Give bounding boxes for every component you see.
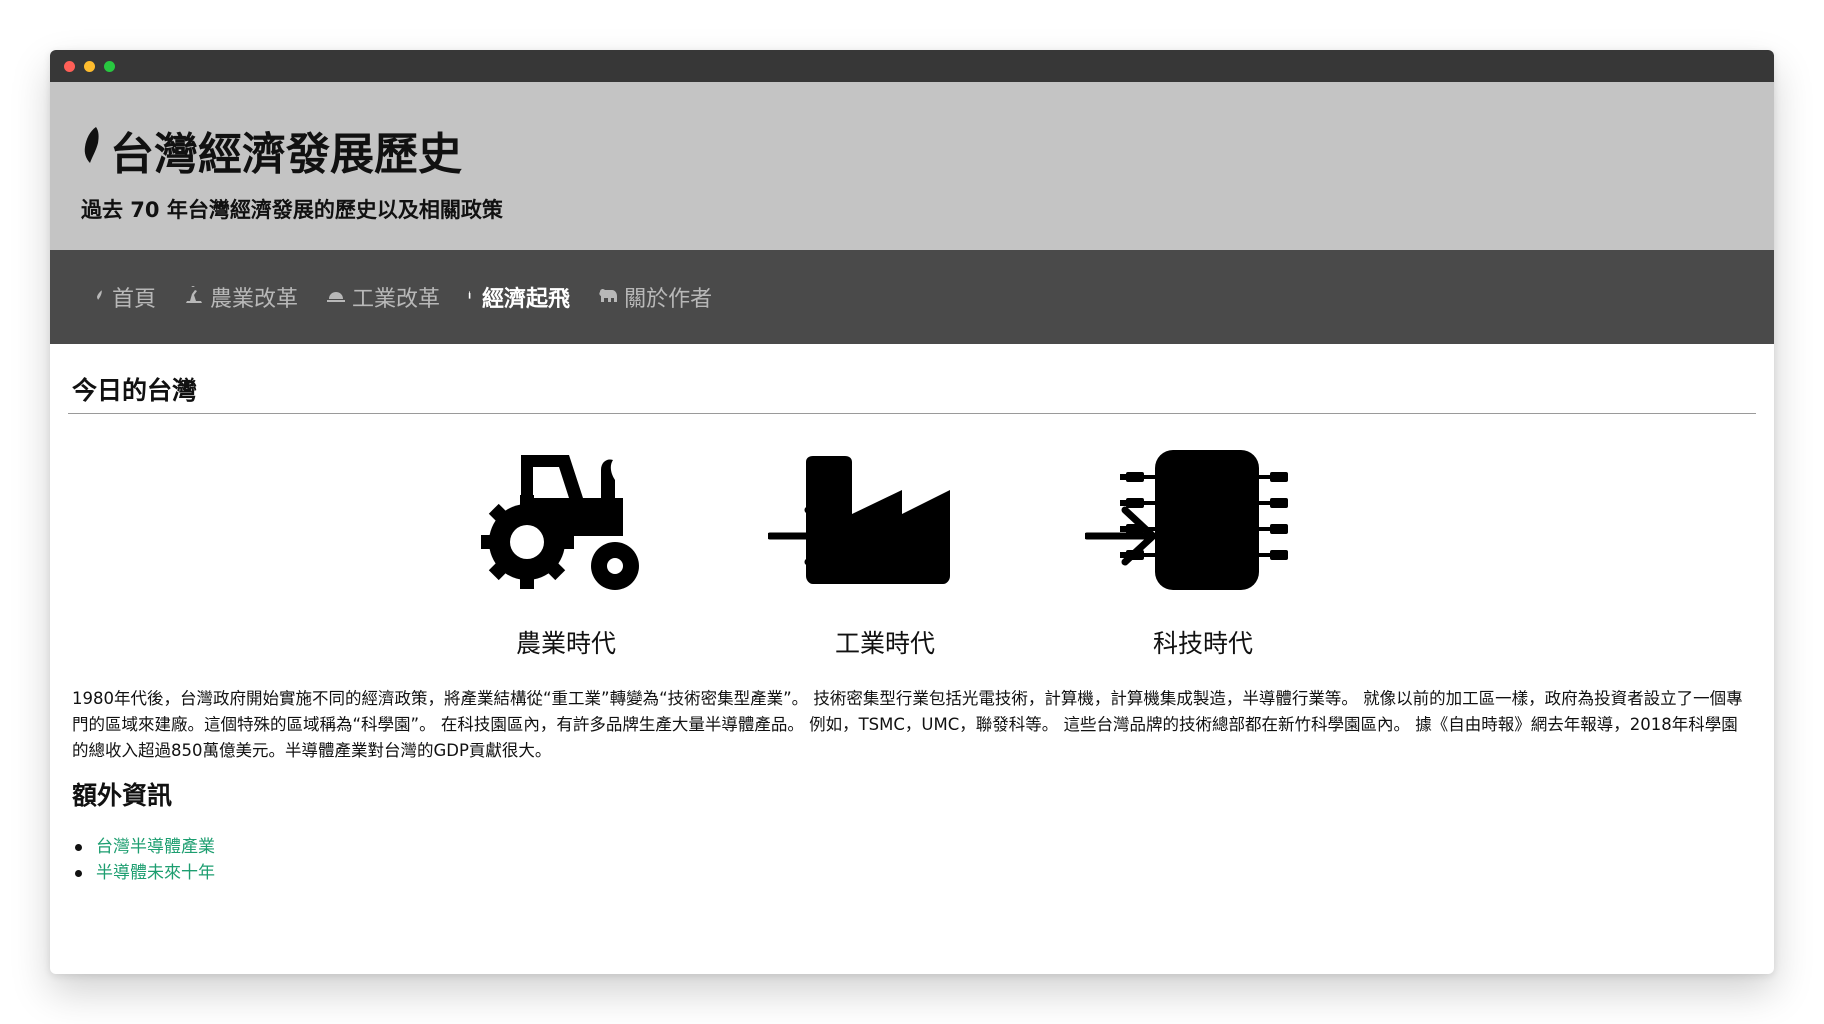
body-paragraph: 1980年代後，台灣政府開始實施不同的經濟政策，將產業結構從“重工業”轉變為“技… (72, 689, 1743, 760)
list-item: 半導體未來十年 (75, 860, 1756, 886)
era-label: 農業時代 (515, 629, 616, 658)
main-navigation: 首頁 農業改革 工業改革 經濟起飛 關於作者 (50, 250, 1774, 344)
taiwan-island-icon (94, 285, 106, 310)
site-title: 台灣經濟發展歷史 (82, 118, 462, 182)
tower-icon (468, 285, 476, 310)
nav-label: 工業改革 (352, 287, 441, 312)
extra-info-links: 台灣半導體產業 半導體未來十年 (68, 834, 1756, 886)
era-technology: 科技時代 (1108, 450, 1298, 660)
nav-label: 關於作者 (624, 287, 713, 312)
nav-item-home[interactable]: 首頁 (94, 281, 156, 313)
nav-item-agriculture-reform[interactable]: 農業改革 (184, 281, 298, 313)
window-titlebar (50, 50, 1774, 82)
site-subtitle: 過去 70 年台灣經濟發展的歷史以及相關政策 (81, 198, 503, 222)
nav-label: 首頁 (112, 287, 157, 312)
nav-label: 經濟起飛 (482, 287, 571, 312)
microchip-icon (1108, 450, 1298, 590)
desktop-backdrop: 台灣經濟發展歷史 過去 70 年台灣經濟發展的歷史以及相關政策 首頁 農業改革 (0, 0, 1824, 1024)
era-label: 工業時代 (834, 629, 935, 658)
link-taiwan-semiconductor-industry[interactable]: 台灣半導體產業 (96, 837, 215, 857)
link-semiconductor-next-decade[interactable]: 半導體未來十年 (96, 863, 215, 883)
nav-item-economic-takeoff[interactable]: 經濟起飛 (468, 281, 570, 313)
nav-item-industry-reform[interactable]: 工業改革 (326, 281, 440, 313)
nav-item-about-author[interactable]: 關於作者 (598, 281, 712, 313)
browser-window: 台灣經濟發展歷史 過去 70 年台灣經濟發展的歷史以及相關政策 首頁 農業改革 (50, 50, 1774, 974)
section-title: 今日的台灣 (68, 344, 1756, 414)
factory-icon (326, 285, 346, 310)
tractor-icon (471, 450, 661, 590)
nav-label: 農業改革 (210, 287, 299, 312)
minimize-window-button[interactable] (84, 61, 95, 72)
site-title-text: 台灣經濟發展歷史 (110, 129, 462, 180)
extra-info-title: 額外資訊 (72, 781, 173, 810)
bear-icon (598, 285, 618, 310)
farmer-icon (184, 282, 204, 310)
era-progression: 農業時代 工業時代 科技時代 (68, 414, 1756, 686)
close-window-button[interactable] (64, 61, 75, 72)
era-industry: 工業時代 (790, 450, 980, 660)
factory-icon (790, 450, 980, 590)
site-header: 台灣經濟發展歷史 過去 70 年台灣經濟發展的歷史以及相關政策 (50, 82, 1774, 250)
maximize-window-button[interactable] (104, 61, 115, 72)
era-agriculture: 農業時代 (471, 450, 661, 660)
taiwan-island-icon (82, 125, 104, 176)
list-item: 台灣半導體產業 (75, 834, 1756, 860)
main-content: 今日的台灣 農業時代 工業時代 科技時代 1980年代後，台灣政府開始實施不同的… (50, 344, 1774, 886)
era-label: 科技時代 (1152, 629, 1253, 658)
